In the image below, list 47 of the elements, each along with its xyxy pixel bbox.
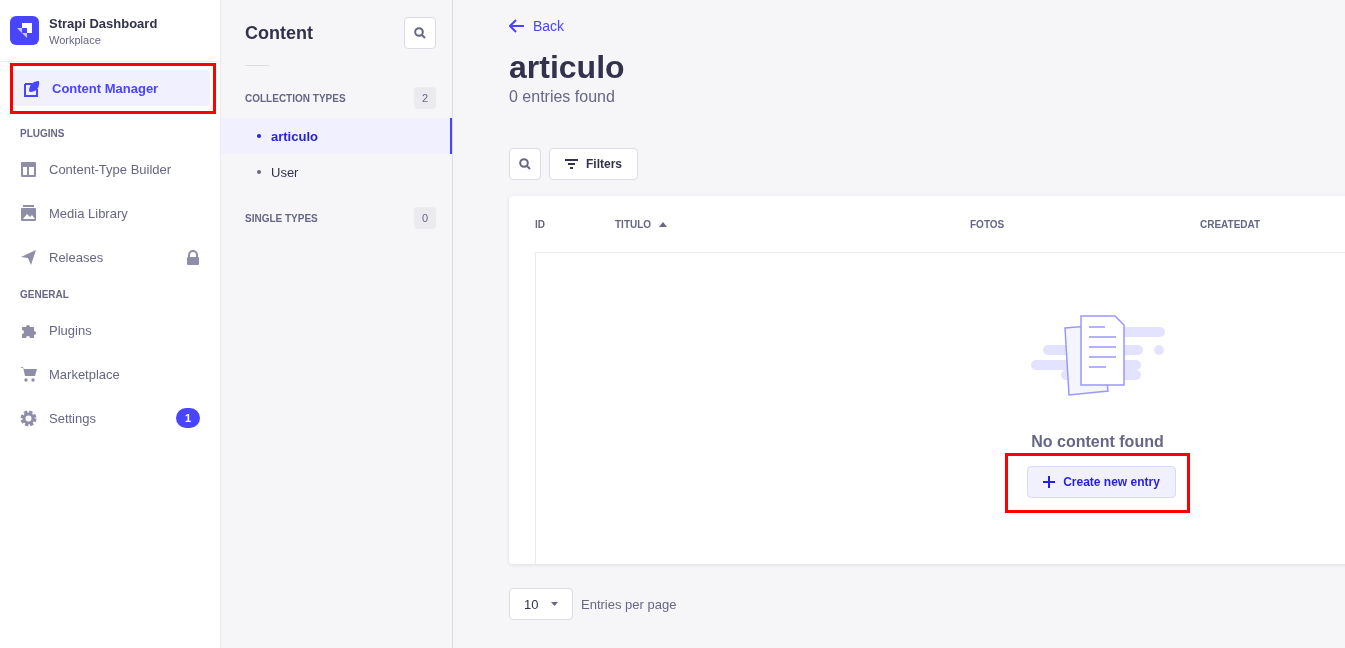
panel-title: Content [245, 22, 313, 44]
page-size-select[interactable]: 10 [509, 588, 573, 620]
image-icon [20, 204, 37, 222]
search-button[interactable] [404, 17, 436, 49]
page-size-label: Entries per page [581, 596, 677, 612]
empty-state-message: No content found [1031, 433, 1164, 451]
search-icon [519, 158, 531, 170]
content-type-link[interactable]: User [221, 154, 452, 190]
search-button[interactable] [509, 148, 541, 180]
workspace-name: Workplace [49, 33, 102, 46]
nav-section-heading: GENERAL [19, 288, 70, 302]
column-header[interactable]: ID [535, 218, 615, 230]
nav-item[interactable]: Settings 1 [10, 400, 210, 436]
column-header[interactable]: CREATEDAT [1200, 218, 1345, 230]
column-header[interactable]: TITULO [615, 218, 970, 230]
feather-icon [23, 79, 40, 97]
nav-item[interactable]: Releases [10, 239, 210, 275]
content-type-link[interactable]: articulo [221, 118, 452, 154]
section-heading: COLLECTION TYPES [245, 92, 346, 104]
logo-mark-icon [17, 23, 32, 38]
count-badge: 0 [414, 207, 436, 229]
nav-item[interactable]: Content Manager [13, 70, 210, 106]
layout-icon [20, 160, 37, 178]
section-heading: SINGLE TYPES [245, 212, 318, 224]
column-header[interactable]: FOTOS [970, 218, 1200, 230]
filters-button[interactable]: Filters [549, 148, 638, 180]
create-entry-button[interactable]: Create new entry [1027, 466, 1176, 498]
page-title: articulo [509, 49, 626, 86]
filter-icon [565, 159, 578, 169]
arrow-left-icon [509, 19, 525, 33]
app-title: Strapi Dashboard [49, 15, 158, 31]
sort-up-icon [659, 221, 668, 227]
plus-icon [1043, 476, 1056, 488]
back-link[interactable]: Back [509, 18, 565, 34]
nav-item[interactable]: Marketplace [10, 356, 210, 392]
nav-item[interactable]: Media Library [10, 195, 210, 231]
search-icon [414, 27, 426, 39]
paper-plane-icon [20, 248, 37, 266]
entries-count: 0 entries found [509, 88, 616, 106]
cart-icon [20, 365, 37, 383]
nav-item[interactable]: Content-Type Builder [10, 151, 210, 187]
nav-item[interactable]: Plugins [10, 312, 210, 348]
nav-section-heading: PLUGINS [19, 127, 66, 141]
caret-down-icon [551, 602, 558, 606]
count-badge: 2 [414, 87, 436, 109]
notification-badge: 1 [176, 408, 200, 428]
settings-icon [20, 409, 37, 427]
